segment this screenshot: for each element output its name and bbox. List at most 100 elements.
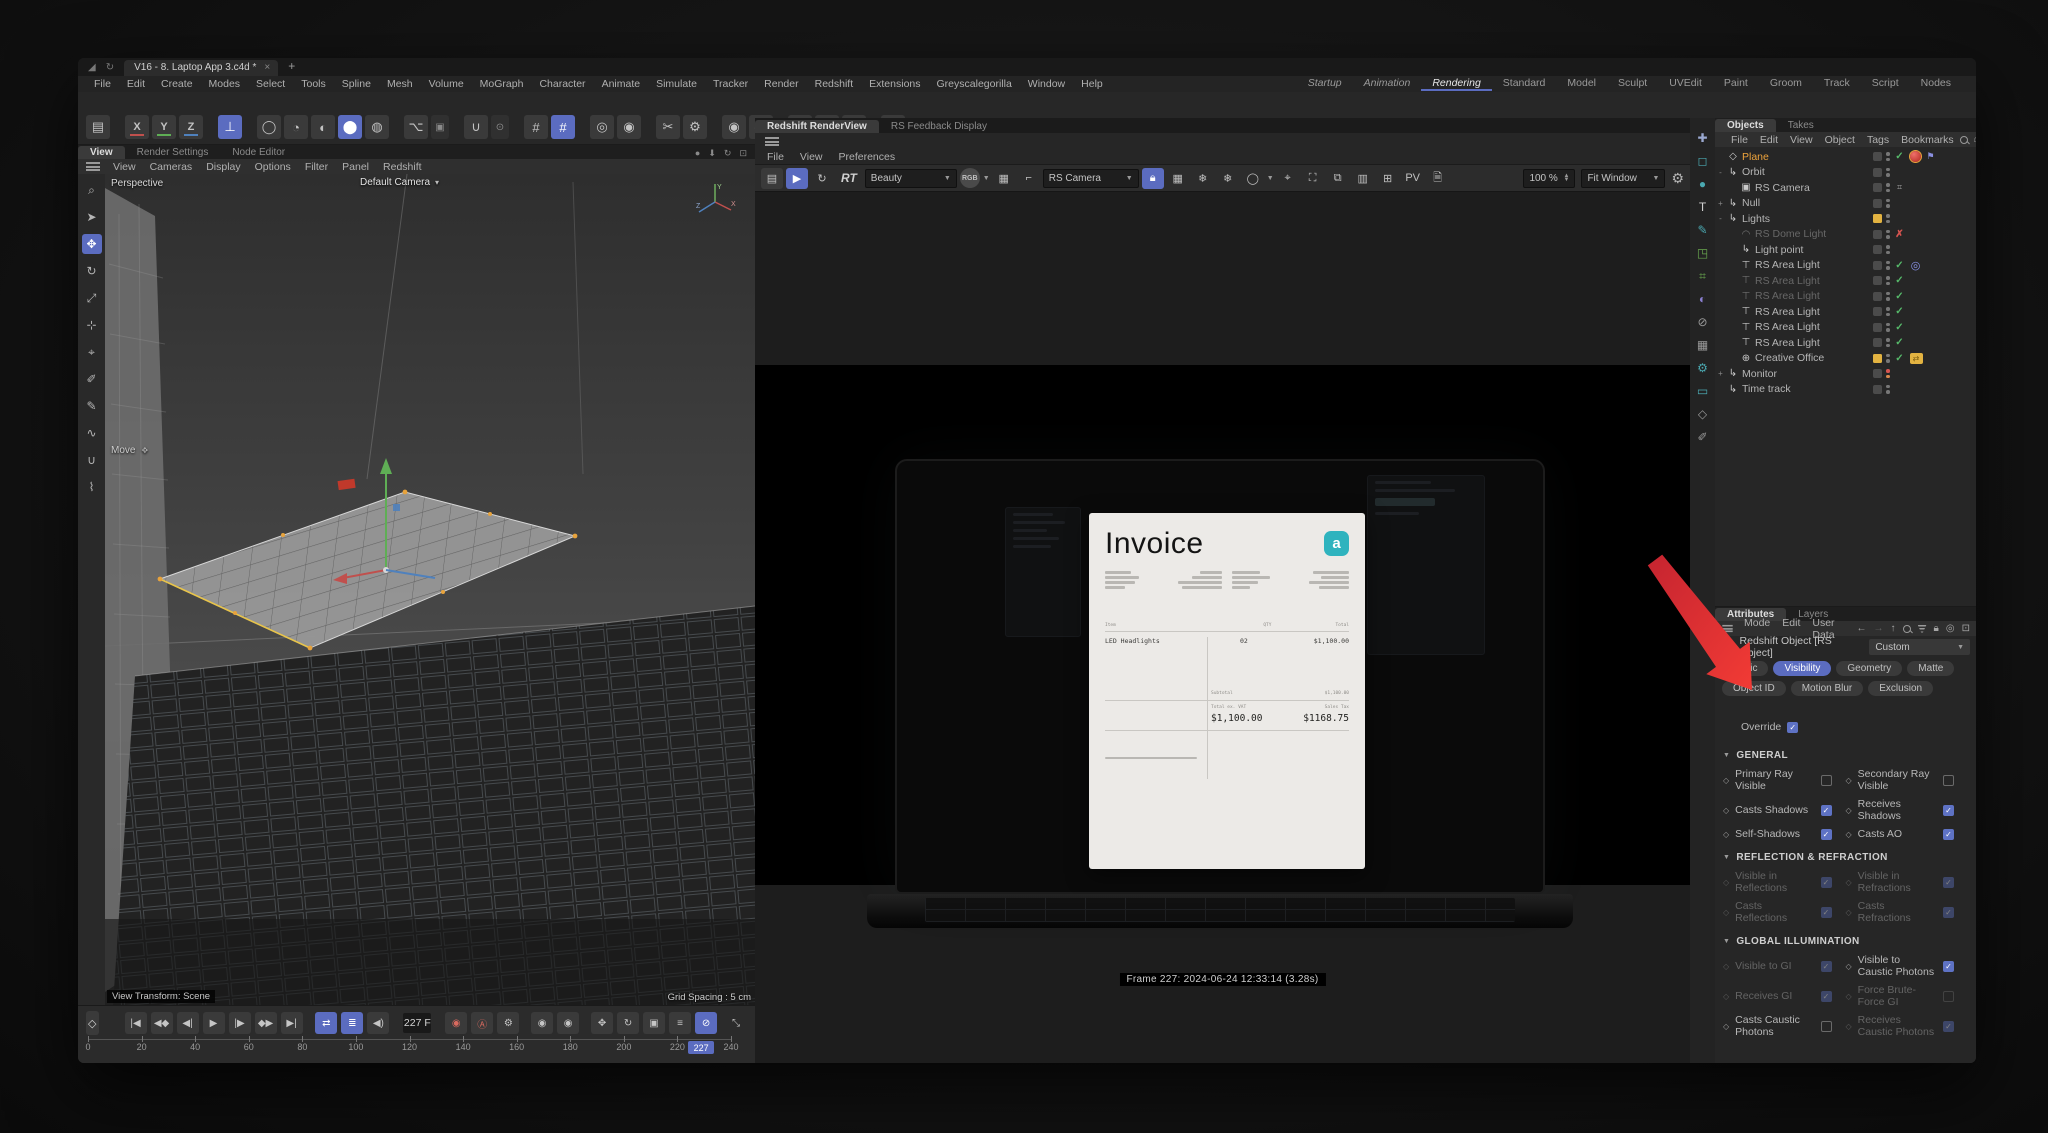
menubar-mograph[interactable]: MoGraph (472, 78, 532, 90)
checkbox-visible-in-refractions[interactable]: ✓ (1943, 877, 1954, 888)
visibility-toggle[interactable] (1873, 307, 1882, 316)
spline-tool-icon[interactable]: ∿ (82, 423, 102, 443)
playhead[interactable]: 227 (688, 1041, 714, 1054)
crop-icon[interactable]: ⌐ (1018, 168, 1040, 189)
visibility-dots[interactable] (1886, 199, 1890, 208)
attributes-hamburger-icon[interactable] (1722, 625, 1732, 632)
menubar-redshift[interactable]: Redshift (807, 78, 862, 90)
renderview-menu-file[interactable]: File (759, 151, 792, 163)
chip-geometry[interactable]: Geometry (1836, 661, 1902, 676)
snap-settings-icon[interactable]: ⊙ (491, 115, 509, 139)
menubar-modes[interactable]: Modes (201, 78, 249, 90)
layout-tab-standard[interactable]: Standard (1492, 77, 1557, 91)
resize-icon[interactable]: ◢ (88, 62, 96, 73)
menubar-animate[interactable]: Animate (594, 78, 649, 90)
tree-row-time-track[interactable]: ↳Time track (1715, 382, 1976, 398)
section-header-reflection-refraction[interactable]: ▼REFLECTION & REFRACTION (1715, 843, 1976, 867)
new-tab-button[interactable]: + (278, 59, 305, 76)
checkbox-self-shadows[interactable]: ✓ (1821, 829, 1832, 840)
home-icon[interactable]: ⌂ (1974, 134, 1976, 145)
knife-tool-icon[interactable]: ✎ (82, 396, 102, 416)
chevron-down-icon[interactable]: ▼ (1267, 175, 1274, 182)
objects-menu-bookmarks[interactable]: Bookmarks (1895, 134, 1960, 146)
tree-row-orbit[interactable]: -↳Orbit (1715, 165, 1976, 181)
camera-icon[interactable]: ⚙ (1697, 362, 1708, 374)
visibility-dots[interactable] (1886, 214, 1890, 223)
visibility-toggle[interactable] (1873, 183, 1882, 192)
enabled-check-icon[interactable]: ✓ (1894, 151, 1906, 162)
snap-magnet-icon[interactable]: ∪ (464, 115, 488, 139)
renderview-tab-rs-feedback-display[interactable]: RS Feedback Display (879, 120, 999, 133)
menubar-help[interactable]: Help (1073, 78, 1111, 90)
generator-icon[interactable]: ◳ (1697, 247, 1708, 259)
keying-settings-icon[interactable]: ⚙ (497, 1012, 519, 1034)
visibility-toggle[interactable] (1873, 292, 1882, 301)
layout-tab-rendering[interactable]: Rendering (1421, 77, 1491, 91)
text-icon[interactable]: T (1699, 201, 1706, 213)
restart-render-icon[interactable]: ↻ (811, 168, 833, 189)
channel-button[interactable]: RGB (960, 168, 980, 188)
menubar-tools[interactable]: Tools (293, 78, 334, 90)
layer-color-chip[interactable] (1873, 354, 1882, 363)
visibility-dots[interactable] (1886, 276, 1890, 285)
current-frame-field[interactable]: 227 F (403, 1013, 431, 1033)
visibility-toggle[interactable] (1873, 199, 1882, 208)
tree-row-creative-office[interactable]: ⊕Creative Office✓⇄ (1715, 351, 1976, 367)
snapshot-image-icon[interactable]: ▥ (1352, 168, 1374, 189)
menubar-extensions[interactable]: Extensions (861, 78, 928, 90)
key-param-icon[interactable]: ▣ (643, 1012, 665, 1034)
menubar-greyscalegorilla[interactable]: Greyscalegorilla (929, 78, 1020, 90)
enabled-check-icon[interactable]: ✓ (1894, 291, 1906, 302)
goto-start-button[interactable]: |◀ (125, 1012, 147, 1034)
objects-menu-file[interactable]: File (1725, 134, 1754, 146)
visibility-dots[interactable] (1886, 354, 1890, 363)
loop-button[interactable]: ⇄ (315, 1012, 337, 1034)
key-pla-icon[interactable]: ↻ (617, 1012, 639, 1034)
visibility-toggle[interactable] (1873, 230, 1882, 239)
camera-region-icon[interactable]: ⌗ (1894, 182, 1906, 193)
chip-motion-blur[interactable]: Motion Blur (1791, 681, 1864, 696)
menubar-character[interactable]: Character (531, 78, 593, 90)
next-key-button[interactable]: ◆▶ (255, 1012, 277, 1034)
enabled-check-icon[interactable]: ✓ (1894, 260, 1906, 271)
layout-tab-track[interactable]: Track (1813, 77, 1861, 91)
tree-row-lights[interactable]: -↳Lights (1715, 211, 1976, 227)
checkbox-casts-refractions[interactable]: ✓ (1943, 907, 1954, 918)
renderview-menu-view[interactable]: View (792, 151, 831, 163)
menubar-spline[interactable]: Spline (334, 78, 379, 90)
tree-row-rs-area-light[interactable]: ⊤RS Area Light✓ (1715, 304, 1976, 320)
tree-row-rs-area-light[interactable]: ⊤RS Area Light✓ (1715, 335, 1976, 351)
record-button[interactable]: ◉ (445, 1012, 467, 1034)
refresh-view-icon[interactable]: ↻ (724, 148, 732, 159)
move-tool-icon[interactable]: ✥ (82, 234, 102, 254)
layout-tab-uvedit[interactable]: UVEdit (1658, 77, 1713, 91)
goto-end-button[interactable]: ▶| (281, 1012, 303, 1034)
tree-row-rs-area-light[interactable]: ⊤RS Area Light✓ (1715, 320, 1976, 336)
viewport-menu-filter[interactable]: Filter (298, 161, 335, 173)
texture-mode-icon[interactable]: ◐ (311, 115, 335, 139)
enabled-check-icon[interactable]: ✓ (1894, 337, 1906, 348)
layout-tab-groom[interactable]: Groom (1759, 77, 1813, 91)
volume-icon[interactable]: ◐ (1699, 293, 1706, 305)
axis-lock-y[interactable]: Y (152, 115, 176, 139)
tree-row-monitor[interactable]: +↳Monitor (1715, 366, 1976, 382)
checkbox-casts-ao[interactable]: ✓ (1943, 829, 1954, 840)
play-button[interactable]: ▶ (203, 1012, 225, 1034)
target-tag-icon[interactable]: ◎ (1910, 259, 1922, 272)
tree-row-rs-area-light[interactable]: ⊤RS Area Light✓◎ (1715, 258, 1976, 274)
brush-tool-icon[interactable]: ✐ (82, 369, 102, 389)
chip-matte[interactable]: Matte (1907, 661, 1954, 676)
tag-icon[interactable]: ◇ (1698, 408, 1707, 420)
axis-lock-x[interactable]: X (125, 115, 149, 139)
viewport-tab-view[interactable]: View (78, 146, 125, 159)
visibility-dots[interactable] (1886, 168, 1890, 177)
keyframe-bars-button[interactable]: ≣ (341, 1012, 363, 1034)
tree-expander[interactable]: + (1715, 369, 1726, 378)
enabled-check-icon[interactable]: ✓ (1894, 275, 1906, 286)
workplane-mode-icon[interactable]: ◎ (590, 115, 614, 139)
rt-mode-label[interactable]: RT (841, 171, 857, 185)
checkbox-casts-reflections[interactable]: ✓ (1821, 907, 1832, 918)
menubar-tracker[interactable]: Tracker (705, 78, 756, 90)
chip-visibility[interactable]: Visibility (1773, 661, 1831, 676)
objects-menu-tags[interactable]: Tags (1861, 134, 1895, 146)
